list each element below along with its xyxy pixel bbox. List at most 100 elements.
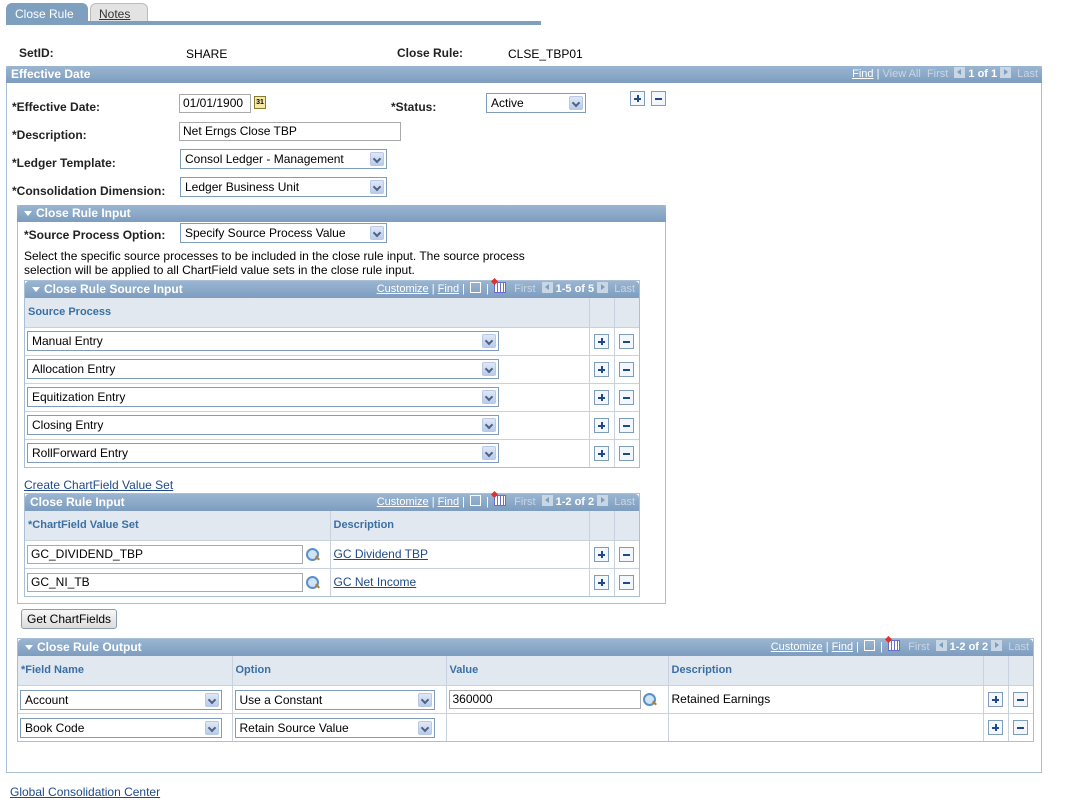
first-link: First: [514, 496, 536, 508]
delete-row-icon[interactable]: [618, 389, 634, 405]
find-link[interactable]: Find: [832, 641, 853, 653]
chevron-down-icon: [417, 720, 432, 735]
table-row: GC_NI_TB GC Net Income: [25, 568, 639, 596]
add-row-icon[interactable]: [593, 445, 609, 461]
chevron-down-icon: [370, 226, 384, 240]
add-row-icon[interactable]: [593, 333, 609, 349]
nav-separator: |: [876, 68, 880, 80]
customize-link[interactable]: Customize: [377, 496, 429, 508]
create-chartfield-value-set-link[interactable]: Create ChartField Value Set: [24, 478, 173, 492]
new-window-icon[interactable]: [470, 495, 482, 506]
column-header-description: Description: [668, 656, 984, 686]
description-input[interactable]: Net Erngs Close TBP: [179, 122, 401, 141]
previous-arrow-icon[interactable]: [541, 495, 553, 506]
add-row-icon[interactable]: [593, 546, 609, 562]
collapse-icon[interactable]: [24, 210, 32, 216]
column-header-source-process: Source Process: [25, 298, 590, 328]
delete-row-icon[interactable]: [618, 445, 634, 461]
option-select[interactable]: Retain Source Value: [234, 717, 435, 738]
chartfield-value-set-input[interactable]: GC_NI_TB: [27, 572, 303, 592]
chevron-down-icon: [482, 333, 496, 348]
delete-row-icon[interactable]: [1012, 719, 1028, 735]
ledger-template-select[interactable]: Consol Ledger - Management: [180, 149, 387, 169]
customize-link[interactable]: Customize: [377, 283, 429, 295]
output-description: Retained Earnings: [668, 685, 984, 714]
chevron-down-icon: [205, 720, 219, 735]
lookup-icon[interactable]: [642, 692, 657, 707]
add-row-icon[interactable]: [987, 719, 1003, 735]
customize-link[interactable]: Customize: [771, 641, 823, 653]
next-arrow-icon[interactable]: [991, 640, 1003, 651]
status-select[interactable]: Active: [486, 93, 586, 113]
close-rule-input-header[interactable]: Close Rule Input: [17, 205, 666, 222]
next-arrow-icon[interactable]: [1000, 67, 1012, 78]
delete-row-icon[interactable]: [618, 333, 634, 349]
effective-date-input[interactable]: 01/01/1900: [179, 94, 251, 113]
delete-row-icon[interactable]: [618, 417, 634, 433]
column-header-field-name: *Field Name: [18, 656, 233, 686]
close-rule-output-header: Close Rule Output Customize | Find | | F…: [18, 639, 1033, 656]
close-rule-output-table: *Field Name Option Value Description Acc…: [18, 656, 1033, 741]
previous-arrow-icon[interactable]: [954, 67, 966, 78]
collapse-icon[interactable]: [32, 286, 40, 292]
delete-row-icon[interactable]: [651, 91, 666, 106]
source-process-select[interactable]: Closing Entry: [27, 414, 499, 435]
calendar-icon[interactable]: 31: [254, 96, 266, 109]
description-link[interactable]: GC Net Income: [334, 575, 417, 589]
next-arrow-icon[interactable]: [597, 495, 609, 506]
download-grid-icon[interactable]: [494, 282, 507, 293]
description-label: *Description:: [12, 128, 87, 142]
chevron-down-icon: [205, 692, 219, 707]
chevron-down-icon: [482, 389, 496, 404]
first-link: First: [926, 68, 949, 80]
last-link: Last: [614, 496, 635, 508]
last-link: Last: [614, 283, 635, 295]
find-link[interactable]: Find: [438, 496, 459, 508]
delete-row-icon[interactable]: [1012, 691, 1028, 707]
delete-row-icon[interactable]: [618, 574, 634, 590]
ledger-template-value: Consol Ledger - Management: [185, 152, 344, 166]
value-input[interactable]: 360000: [448, 689, 641, 709]
source-process-option-select[interactable]: Specify Source Process Value: [180, 223, 387, 243]
get-chartfields-button[interactable]: Get ChartFields: [21, 609, 118, 629]
collapse-icon[interactable]: [25, 644, 33, 650]
new-window-icon[interactable]: [470, 282, 482, 293]
delete-row-icon[interactable]: [618, 361, 634, 377]
find-link[interactable]: Find: [852, 68, 873, 80]
add-row-icon[interactable]: [987, 691, 1003, 707]
table-row: Allocation Entry: [25, 355, 639, 384]
chartfield-value-set-input[interactable]: GC_DIVIDEND_TBP: [27, 544, 303, 564]
add-row-icon[interactable]: [593, 574, 609, 590]
find-link[interactable]: Find: [438, 283, 459, 295]
global-consolidation-center-link[interactable]: Global Consolidation Center: [10, 785, 160, 799]
option-select[interactable]: Use a Constant: [234, 689, 435, 710]
source-process-select[interactable]: RollForward Entry: [27, 442, 499, 463]
description-link[interactable]: GC Dividend TBP: [334, 547, 428, 561]
add-row-icon[interactable]: [593, 361, 609, 377]
effective-date-nav: Find | View All First 1 of 1 Last: [852, 66, 1038, 83]
source-process-select[interactable]: Equitization Entry: [27, 386, 499, 407]
new-window-icon[interactable]: [864, 640, 876, 651]
tab-notes[interactable]: Notes: [90, 3, 148, 23]
consolidation-dimension-select[interactable]: Ledger Business Unit: [180, 177, 387, 197]
add-row-icon[interactable]: [593, 417, 609, 433]
add-row-icon[interactable]: [630, 91, 645, 106]
next-arrow-icon[interactable]: [597, 282, 609, 293]
close-rule-input-title: Close Rule Input: [36, 206, 131, 220]
download-grid-icon[interactable]: [494, 495, 507, 506]
ledger-template-label: *Ledger Template:: [12, 156, 116, 170]
previous-arrow-icon[interactable]: [541, 282, 553, 293]
lookup-icon[interactable]: [306, 575, 320, 590]
source-process-instructions: Select the specific source processes to …: [24, 249, 525, 277]
source-process-select[interactable]: Manual Entry: [27, 330, 499, 351]
source-input-grid: Close Rule Source Input Customize | Find…: [24, 280, 640, 468]
source-process-select[interactable]: Allocation Entry: [27, 358, 499, 379]
field-name-select[interactable]: Account: [20, 689, 222, 710]
download-grid-icon[interactable]: [888, 640, 901, 651]
field-name-select[interactable]: Book Code: [20, 717, 222, 738]
tab-close-rule[interactable]: Close Rule: [6, 3, 88, 23]
add-row-icon[interactable]: [593, 389, 609, 405]
delete-row-icon[interactable]: [618, 546, 634, 562]
previous-arrow-icon[interactable]: [935, 640, 947, 651]
lookup-icon[interactable]: [306, 547, 320, 562]
